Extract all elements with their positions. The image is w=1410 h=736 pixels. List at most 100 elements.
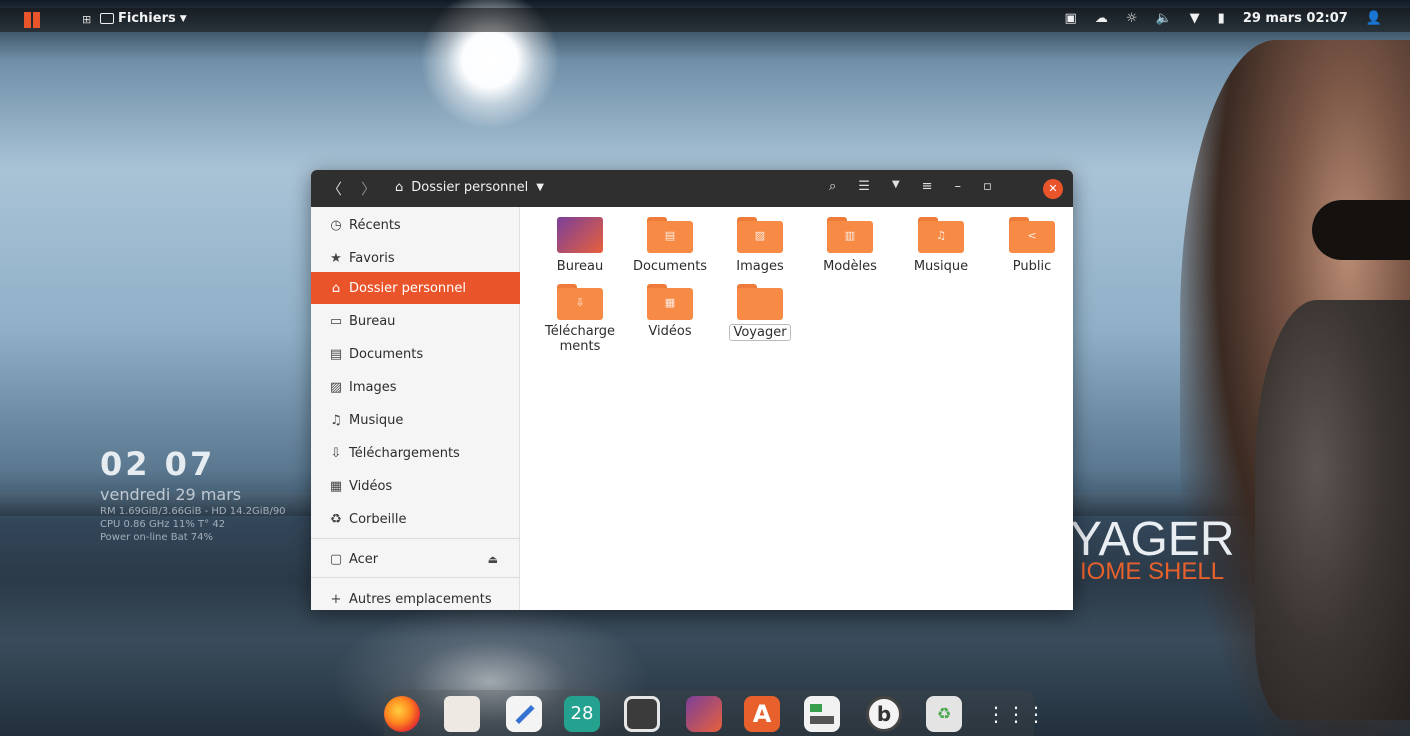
file-item-voyager[interactable]: Voyager [715, 284, 805, 341]
sidebar-item-images[interactable]: ▨ Images [311, 371, 520, 403]
sidebar: ◷ Récents ★ Favoris ⌂ Dossier personnel … [311, 207, 520, 610]
widget-date: vendredi 29 mars [100, 485, 242, 504]
wallpaper-person-sunglasses [1312, 200, 1410, 260]
music-folder-icon: ♫ [918, 217, 964, 253]
text-editor-icon[interactable] [506, 696, 542, 732]
app-menu[interactable]: Fichiers ▼ [100, 11, 187, 26]
sidebar-item-favorites[interactable]: ★ Favoris [311, 242, 520, 274]
sidebar-item-videos[interactable]: ▦ Vidéos [311, 470, 520, 502]
documents-folder-icon: ▤ [647, 217, 693, 253]
eject-icon[interactable]: ⏏ [488, 553, 498, 566]
widget-time: 02 07 [100, 445, 216, 483]
file-item-label: Vidéos [648, 324, 692, 339]
file-item-images[interactable]: ▨ Images [715, 217, 805, 274]
top-bar: ⊞ Fichiers ▼ ▣ ☁ ☼ 🔈 ▼ ▮ 29 mars 02:07 👤 [0, 8, 1410, 32]
folder-icon [737, 284, 783, 320]
screen-icon[interactable]: ▣ [1065, 11, 1077, 26]
menu-icon[interactable]: ≡ [922, 179, 933, 194]
cloud-icon[interactable]: ☁ [1095, 11, 1108, 26]
file-item-label: Public [1012, 259, 1052, 274]
file-item-music[interactable]: ♫ Musique [896, 217, 986, 274]
file-item-label: Images [736, 259, 784, 274]
sidebar-item-label: Récents [349, 217, 401, 233]
video-icon: ▦ [329, 478, 343, 494]
path-bar[interactable]: ⌂ Dossier personnel ▼ [395, 180, 544, 195]
search-icon[interactable]: ⌕ [829, 179, 836, 194]
app-menu-label: Fichiers [118, 11, 176, 26]
sidebar-item-acer[interactable]: ▢ Acer ⏏ [311, 543, 520, 575]
drive-icon: ▢ [329, 551, 343, 567]
volume-icon[interactable]: 🔈 [1155, 11, 1171, 26]
firefox-icon[interactable] [384, 696, 420, 732]
public-folder-icon: < [1009, 217, 1055, 253]
activities-logo-icon[interactable] [24, 12, 40, 28]
file-item-label: Télécharge ments [545, 324, 616, 354]
file-item-bureau[interactable]: Bureau [535, 217, 625, 274]
desktop-folder-icon [557, 217, 603, 253]
clock-icon: ◷ [330, 217, 342, 233]
widget-cpu: CPU 0.86 GHz 11% T° 42 [100, 519, 226, 530]
file-item-documents[interactable]: ▤ Documents [625, 217, 715, 274]
battery-icon[interactable]: ▮ [1218, 11, 1225, 26]
sidebar-divider [311, 538, 520, 539]
star-icon: ★ [330, 250, 342, 266]
close-button[interactable]: ✕ [1043, 179, 1063, 199]
sidebar-item-label: Images [349, 379, 397, 395]
folder-icon [100, 13, 114, 24]
sidebar-item-label: Musique [349, 412, 404, 428]
dock: 28 A b ♻ ⋮⋮⋮ [384, 690, 1046, 736]
wallpaper-brand-sub: IOME SHELL [1080, 558, 1225, 585]
file-item-label: Musique [913, 259, 969, 274]
forward-button[interactable]: 〉 [361, 178, 376, 199]
back-button[interactable]: 〈 [327, 178, 342, 199]
list-view-icon[interactable]: ☰ [858, 179, 870, 194]
b-app-icon[interactable]: b [866, 696, 902, 732]
sidebar-item-desktop[interactable]: ▭ Bureau [311, 305, 520, 337]
clock[interactable]: 29 mars 02:07 [1243, 11, 1348, 26]
sidebar-item-label: Dossier personnel [349, 280, 467, 296]
show-applications-icon[interactable]: ⋮⋮⋮ [986, 696, 1046, 732]
file-item-templates[interactable]: ▥ Modèles [805, 217, 895, 274]
sidebar-item-other-locations[interactable]: + Autres emplacements [311, 583, 520, 610]
sidebar-item-label: Vidéos [349, 478, 393, 494]
sidebar-item-label: Acer [349, 551, 379, 567]
sidebar-item-label: Favoris [349, 250, 395, 266]
tv-icon[interactable] [624, 696, 660, 732]
file-item-label[interactable]: Voyager [729, 324, 791, 341]
view-options-icon[interactable]: ▼ [892, 179, 900, 194]
desktop-app-icon[interactable] [686, 696, 722, 732]
sidebar-item-downloads[interactable]: ⇩ Téléchargements [311, 437, 520, 469]
wifi-icon[interactable]: ▼ [1190, 11, 1200, 26]
sidebar-item-documents[interactable]: ▤ Documents [311, 338, 520, 370]
sidebar-item-music[interactable]: ♫ Musique [311, 404, 520, 436]
user-icon[interactable]: 👤 [1366, 11, 1382, 26]
file-item-label: Modèles [823, 259, 877, 274]
wallpaper-brand: YAGER [1070, 513, 1235, 566]
widget-memory: RM 1.69GiB/3.66GiB - HD 14.2GiB/90 [100, 506, 286, 517]
minimize-icon[interactable]: – [955, 179, 962, 194]
sidebar-item-label: Documents [349, 346, 424, 362]
file-item-public[interactable]: < Public [987, 217, 1073, 274]
system-monitor-icon[interactable] [804, 696, 840, 732]
home-icon: ⌂ [395, 180, 404, 195]
calendar-icon[interactable]: 28 [564, 696, 600, 732]
file-view: Bureau ▤ Documents ▨ Images ▥ Modèles ♫ … [520, 207, 1073, 610]
sidebar-item-trash[interactable]: ♻ Corbeille [311, 503, 520, 535]
files-icon[interactable] [444, 696, 480, 732]
sidebar-item-recents[interactable]: ◷ Récents [311, 209, 520, 241]
trash-icon[interactable]: ♻ [926, 696, 962, 732]
sidebar-item-label: Autres emplacements [349, 591, 492, 607]
file-item-downloads[interactable]: ⇩ Télécharge ments [535, 284, 625, 354]
file-item-videos[interactable]: ▦ Vidéos [625, 284, 715, 339]
maximize-icon[interactable]: ▫ [983, 179, 992, 194]
image-icon: ▨ [329, 379, 343, 395]
sidebar-item-home[interactable]: ⌂ Dossier personnel [311, 272, 520, 304]
app-grid-icon[interactable]: ⊞ [82, 13, 91, 26]
path-label: Dossier personnel [411, 180, 529, 195]
header-bar: 〈 〉 ⌂ Dossier personnel ▼ ⌕ ☰ ▼ ≡ – ▫ ✕ [311, 170, 1073, 207]
brightness-icon[interactable]: ☼ [1126, 11, 1138, 26]
file-manager-window: 〈 〉 ⌂ Dossier personnel ▼ ⌕ ☰ ▼ ≡ – ▫ ✕ … [311, 170, 1073, 610]
software-store-icon[interactable]: A [744, 696, 780, 732]
chevron-down-icon: ▼ [536, 182, 544, 193]
sidebar-item-label: Bureau [349, 313, 396, 329]
